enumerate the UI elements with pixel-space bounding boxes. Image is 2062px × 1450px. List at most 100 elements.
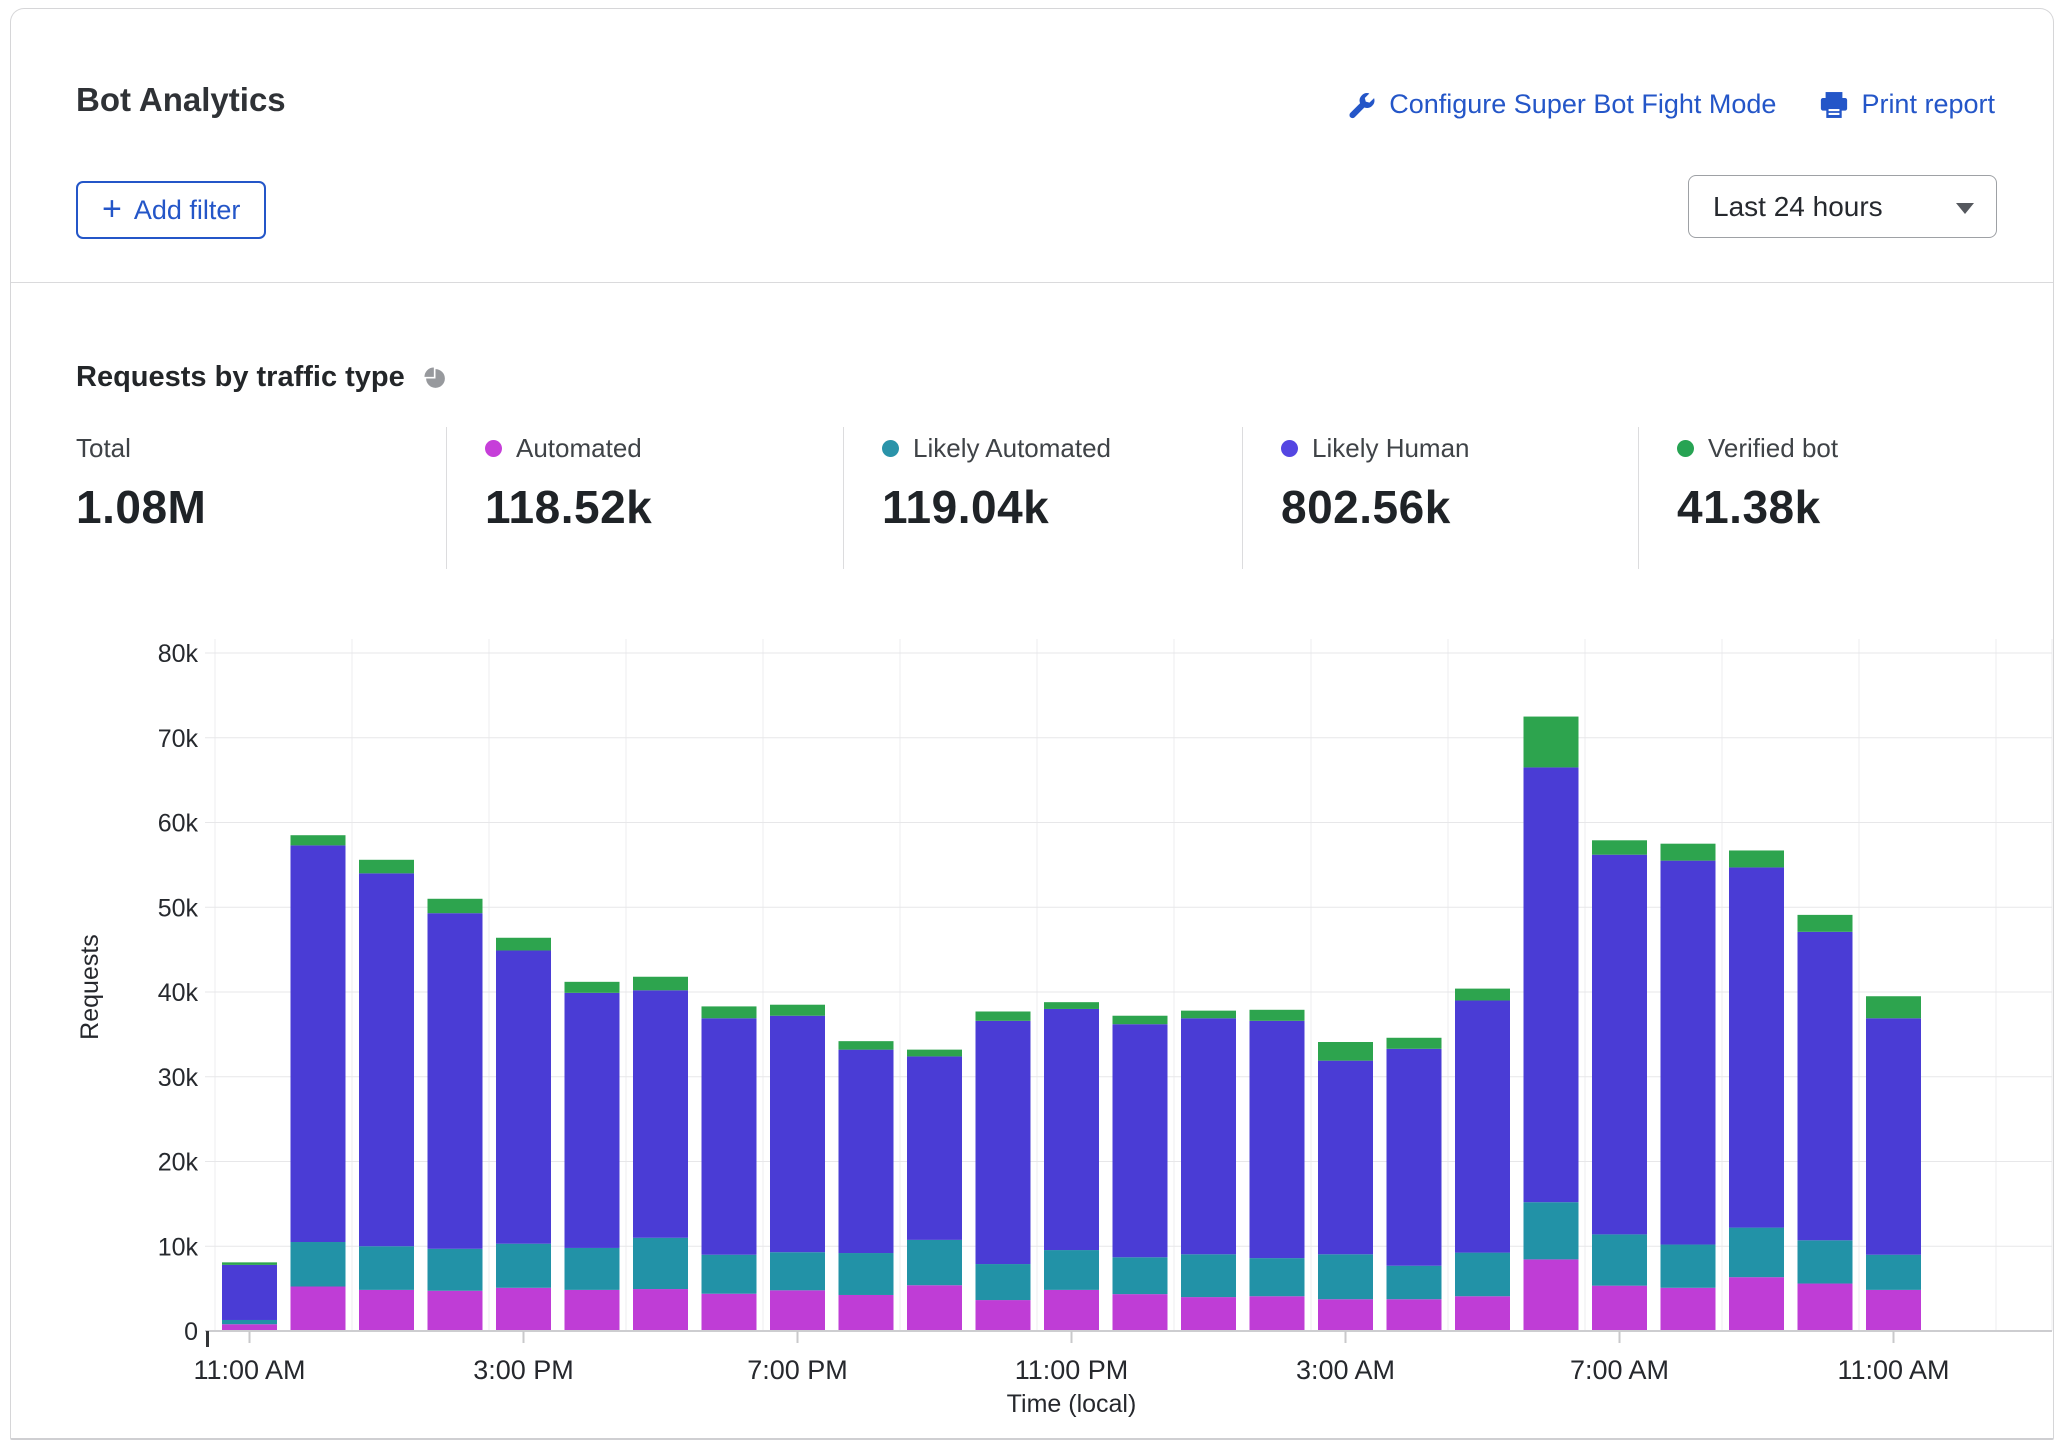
bar-segment[interactable]: [976, 1011, 1031, 1020]
bar-segment[interactable]: [565, 993, 620, 1248]
bar-segment[interactable]: [1729, 850, 1784, 867]
bar-segment[interactable]: [1113, 1294, 1168, 1331]
bar-segment[interactable]: [702, 1255, 757, 1294]
bar-segment[interactable]: [907, 1050, 962, 1057]
bar-segment[interactable]: [839, 1253, 894, 1295]
add-filter-button[interactable]: + Add filter: [76, 181, 266, 239]
bar-segment[interactable]: [907, 1240, 962, 1285]
bar-segment[interactable]: [1181, 1011, 1236, 1019]
bar-segment[interactable]: [428, 913, 483, 1249]
bar-segment[interactable]: [976, 1300, 1031, 1331]
print-report-link[interactable]: Print report: [1820, 89, 1995, 120]
bar-segment[interactable]: [565, 1248, 620, 1290]
bar-segment[interactable]: [1044, 1290, 1099, 1331]
bar-segment[interactable]: [1729, 1277, 1784, 1331]
bar-segment[interactable]: [1318, 1299, 1373, 1331]
bar-segment[interactable]: [770, 1252, 825, 1290]
bar-segment[interactable]: [770, 1005, 825, 1016]
bar-segment[interactable]: [1866, 996, 1921, 1018]
bar-segment[interactable]: [1044, 1009, 1099, 1250]
bar-segment[interactable]: [1661, 1288, 1716, 1331]
bar-segment[interactable]: [1387, 1049, 1442, 1266]
bar-segment[interactable]: [1729, 867, 1784, 1227]
bar-segment[interactable]: [1318, 1061, 1373, 1255]
bar-segment[interactable]: [839, 1295, 894, 1331]
bar-segment[interactable]: [1866, 1018, 1921, 1254]
bar-segment[interactable]: [839, 1041, 894, 1049]
bar-segment[interactable]: [428, 899, 483, 913]
bar-segment[interactable]: [1524, 767, 1579, 1202]
bar-segment[interactable]: [839, 1050, 894, 1253]
bar-segment[interactable]: [291, 1242, 346, 1286]
bar-segment[interactable]: [1798, 915, 1853, 932]
bar-segment[interactable]: [976, 1264, 1031, 1300]
bar-segment[interactable]: [1661, 861, 1716, 1245]
bar-segment[interactable]: [976, 1021, 1031, 1264]
bar-segment[interactable]: [1798, 932, 1853, 1240]
bar-segment[interactable]: [1387, 1266, 1442, 1299]
bar-segment[interactable]: [1113, 1024, 1168, 1257]
bar-segment[interactable]: [1661, 844, 1716, 861]
bar-segment[interactable]: [222, 1324, 277, 1331]
bar-segment[interactable]: [907, 1056, 962, 1239]
bar-segment[interactable]: [1318, 1254, 1373, 1299]
bar-segment[interactable]: [291, 835, 346, 845]
bar-segment[interactable]: [565, 982, 620, 993]
bar-segment[interactable]: [633, 990, 688, 1237]
bar-segment[interactable]: [1113, 1257, 1168, 1294]
configure-super-bot-fight-mode-link[interactable]: Configure Super Bot Fight Mode: [1348, 89, 1776, 120]
bar-segment[interactable]: [1181, 1254, 1236, 1297]
bar-segment[interactable]: [1524, 717, 1579, 768]
bar-segment[interactable]: [1387, 1038, 1442, 1049]
bar-segment[interactable]: [770, 1016, 825, 1252]
bar-segment[interactable]: [1661, 1245, 1716, 1288]
bar-segment[interactable]: [496, 938, 551, 951]
bar-segment[interactable]: [496, 1288, 551, 1331]
bar-segment[interactable]: [565, 1290, 620, 1331]
bar-segment[interactable]: [1250, 1258, 1305, 1296]
bar-segment[interactable]: [1250, 1010, 1305, 1021]
bar-segment[interactable]: [1044, 1002, 1099, 1009]
bar-segment[interactable]: [291, 1287, 346, 1331]
bar-segment[interactable]: [1455, 1000, 1510, 1252]
bar-segment[interactable]: [770, 1290, 825, 1331]
bar-segment[interactable]: [1524, 1202, 1579, 1259]
bar-segment[interactable]: [496, 1244, 551, 1288]
bar-segment[interactable]: [428, 1249, 483, 1291]
bar-segment[interactable]: [1592, 1286, 1647, 1331]
bar-segment[interactable]: [1387, 1299, 1442, 1331]
bar-segment[interactable]: [1524, 1259, 1579, 1331]
bar-segment[interactable]: [1181, 1297, 1236, 1331]
bar-segment[interactable]: [1250, 1021, 1305, 1258]
bar-segment[interactable]: [1592, 840, 1647, 854]
bar-segment[interactable]: [222, 1262, 277, 1265]
bar-segment[interactable]: [222, 1265, 277, 1320]
bar-segment[interactable]: [1455, 989, 1510, 1001]
bar-segment[interactable]: [1798, 1240, 1853, 1283]
bar-segment[interactable]: [633, 1238, 688, 1289]
bar-segment[interactable]: [496, 950, 551, 1243]
bar-segment[interactable]: [702, 1006, 757, 1018]
bar-segment[interactable]: [1592, 855, 1647, 1235]
bar-segment[interactable]: [1318, 1042, 1373, 1061]
bar-segment[interactable]: [291, 845, 346, 1242]
bar-segment[interactable]: [1866, 1255, 1921, 1290]
bar-segment[interactable]: [633, 977, 688, 991]
bar-segment[interactable]: [222, 1320, 277, 1324]
bar-segment[interactable]: [359, 860, 414, 874]
bar-segment[interactable]: [1729, 1228, 1784, 1278]
bar-segment[interactable]: [1455, 1296, 1510, 1331]
bar-segment[interactable]: [359, 1290, 414, 1331]
bar-segment[interactable]: [1592, 1234, 1647, 1285]
bar-segment[interactable]: [702, 1294, 757, 1331]
bar-segment[interactable]: [633, 1289, 688, 1331]
bar-segment[interactable]: [359, 1246, 414, 1290]
bar-segment[interactable]: [359, 873, 414, 1246]
bar-segment[interactable]: [1044, 1250, 1099, 1290]
bar-segment[interactable]: [1798, 1284, 1853, 1331]
bar-segment[interactable]: [1250, 1296, 1305, 1331]
bar-segment[interactable]: [428, 1291, 483, 1331]
bar-segment[interactable]: [702, 1018, 757, 1254]
bar-segment[interactable]: [1866, 1290, 1921, 1331]
bar-segment[interactable]: [907, 1285, 962, 1331]
